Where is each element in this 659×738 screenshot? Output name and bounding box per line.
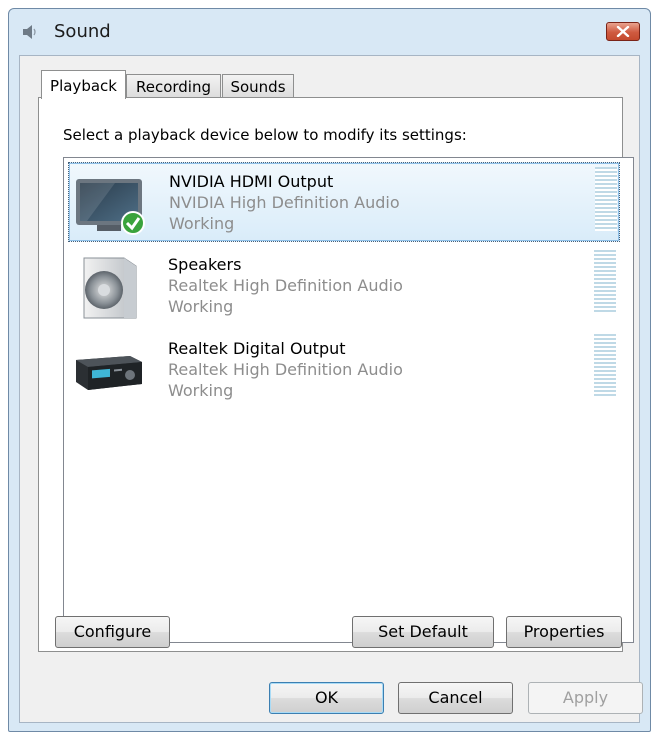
tab-recording[interactable]: Recording: [126, 74, 221, 98]
device-status: Working: [168, 381, 234, 400]
speaker-device-icon: [74, 256, 144, 320]
level-meter: [595, 167, 617, 231]
device-driver: Realtek High Definition Audio: [168, 276, 403, 295]
device-status: Working: [168, 297, 234, 316]
monitor-icon: [75, 173, 145, 237]
tab-playback[interactable]: Playback: [41, 70, 126, 99]
device-item-realtek-digital[interactable]: Realtek Digital Output Realtek High Defi…: [68, 330, 620, 410]
properties-button[interactable]: Properties: [506, 616, 622, 648]
apply-button[interactable]: Apply: [528, 682, 643, 714]
tab-sounds[interactable]: Sounds: [222, 74, 294, 98]
device-driver: NVIDIA High Definition Audio: [169, 193, 400, 212]
ok-button[interactable]: OK: [269, 682, 384, 714]
title-bar[interactable]: Sound: [9, 9, 650, 51]
configure-button[interactable]: Configure: [55, 616, 170, 648]
device-name: NVIDIA HDMI Output: [169, 172, 334, 191]
level-meter: [594, 250, 616, 314]
speaker-icon: [21, 23, 39, 41]
set-default-button[interactable]: Set Default: [352, 616, 494, 648]
device-name: Speakers: [168, 255, 242, 274]
cancel-button[interactable]: Cancel: [398, 682, 513, 714]
level-meter: [594, 334, 616, 398]
device-status: Working: [169, 214, 235, 233]
digital-receiver-icon: [74, 340, 144, 404]
instruction-text: Select a playback device below to modify…: [63, 126, 467, 144]
sound-dialog: Sound Playback Recording Sounds Select a…: [8, 8, 651, 732]
device-driver: Realtek High Definition Audio: [168, 360, 403, 379]
playback-panel: Select a playback device below to modify…: [38, 97, 634, 652]
dialog-body: Playback Recording Sounds Select a playb…: [19, 55, 643, 723]
window-title: Sound: [54, 21, 111, 42]
device-item-nvidia-hdmi[interactable]: NVIDIA HDMI Output NVIDIA High Definitio…: [68, 162, 620, 242]
close-icon: [616, 22, 630, 41]
playback-device-list[interactable]: NVIDIA HDMI Output NVIDIA High Definitio…: [63, 157, 634, 643]
device-item-speakers[interactable]: Speakers Realtek High Definition Audio W…: [68, 246, 620, 326]
device-name: Realtek Digital Output: [168, 339, 346, 358]
close-button[interactable]: [606, 22, 640, 41]
